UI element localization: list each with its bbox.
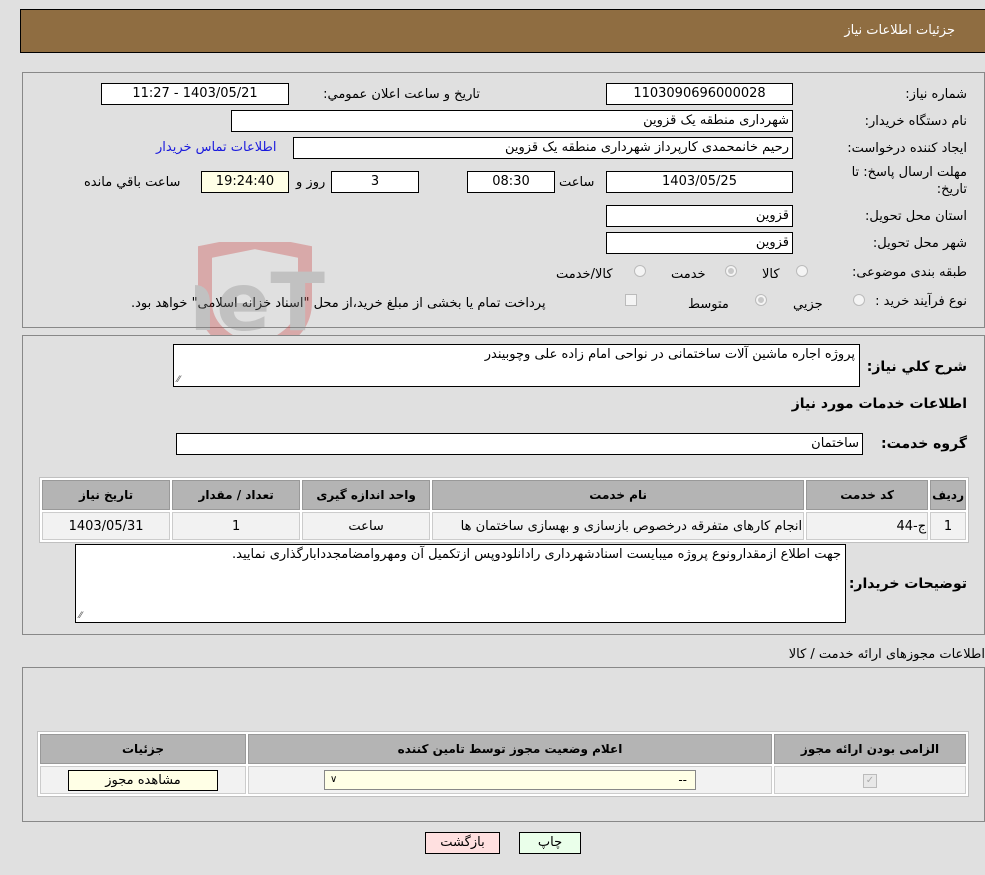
creator-label: ایجاد کننده درخواست: [847, 141, 967, 156]
summary-text: پروژه اجاره ماشین آلات ساختمانی در نواحی… [484, 347, 855, 362]
col-row-number: رديف [930, 480, 966, 510]
permits-table-header: الزامی بودن ارائه مجوز اعلام وضعیت مجوز … [40, 734, 966, 764]
process-minor-label: جزيي [793, 297, 823, 312]
days-remaining-field: 3 [331, 171, 419, 193]
deadline-time-field: 08:30 [467, 171, 555, 193]
col-service-code: کد خدمت [806, 480, 929, 510]
col-permit-status: اعلام وضعیت مجوز توسط تامین کننده [248, 734, 772, 764]
category-radio-goods[interactable] [796, 265, 808, 277]
permit-status-select[interactable]: -- ∨ [324, 770, 696, 790]
buyer-contact-link[interactable]: اطلاعات تماس خریدار [156, 140, 276, 155]
col-permit-required: الزامی بودن ارائه مجوز [774, 734, 966, 764]
deadline-label-line1: مهلت ارسال پاسخ: تا [851, 165, 967, 180]
services-table: رديف کد خدمت نام خدمت واحد اندازه گیری ت… [39, 477, 969, 543]
page-header: جزئیات اطلاعات نیاز [20, 9, 985, 53]
need-number-label: شماره نیاز: [905, 87, 967, 102]
city-label: شهر محل تحویل: [872, 236, 967, 251]
col-permit-details: جزئیات [40, 734, 246, 764]
deadline-date-field: 1403/05/25 [606, 171, 793, 193]
services-table-header: رديف کد خدمت نام خدمت واحد اندازه گیری ت… [42, 480, 966, 510]
category-label: طبقه بندی موضوعی: [851, 265, 967, 280]
cell-row-number: 1 [930, 512, 966, 540]
announce-field: 1403/05/21 - 11:27 [101, 83, 289, 105]
buyer-notes-text: جهت اطلاع ازمقدارونوع پروژه میبایست اسنا… [231, 547, 841, 562]
col-service-name: نام خدمت [432, 480, 805, 510]
cell-quantity: 1 [172, 512, 301, 540]
category-radio-goods-service[interactable] [634, 265, 646, 277]
buyer-notes-label: توضیحات خریدار: [848, 576, 967, 592]
category-radio-service[interactable] [725, 265, 737, 277]
resize-handle-icon[interactable]: ⁄⁄ [177, 375, 180, 385]
buyer-org-label: نام دستگاه خریدار: [864, 114, 967, 129]
need-number-field: 1103090696000028 [606, 83, 793, 105]
resize-handle-icon[interactable]: ⁄⁄ [79, 611, 82, 621]
page-title: جزئیات اطلاعات نیاز [844, 23, 955, 38]
payment-note: پرداخت تمام یا بخشی از مبلغ خرید،از محل … [131, 296, 546, 311]
days-label: روز و [296, 175, 326, 190]
cell-service-code: ج-44 [806, 512, 929, 540]
buyer-org-field: شهرداری منطقه یک قزوین [231, 110, 793, 132]
table-row: 1 ج-44 انجام کارهای متفرقه درخصوص بازساز… [42, 512, 966, 540]
cell-unit: ساعت [302, 512, 431, 540]
permit-status-value: -- [678, 773, 687, 787]
process-radio-medium[interactable] [755, 294, 767, 306]
table-row: ✓ -- ∨ مشاهده مجوز [40, 766, 966, 794]
permits-table: الزامی بودن ارائه مجوز اعلام وضعیت مجوز … [37, 731, 969, 797]
process-medium-label: متوسط [688, 297, 729, 312]
announce-label: تاریخ و ساعت اعلان عمومي: [323, 87, 480, 102]
province-label: استان محل تحویل: [865, 209, 967, 224]
cell-service-name: انجام کارهای متفرقه درخصوص بازسازی و بهس… [432, 512, 805, 540]
col-unit: واحد اندازه گیری [302, 480, 431, 510]
deadline-time-label: ساعت [559, 175, 595, 190]
remaining-time-field: 19:24:40 [201, 171, 289, 193]
cell-permit-status: -- ∨ [248, 766, 772, 794]
process-radio-minor[interactable] [853, 294, 865, 306]
deadline-label: مهلت ارسال پاسخ: تا تاریخ: [852, 164, 967, 198]
treasury-payment-checkbox[interactable] [625, 294, 637, 306]
services-section-title: اطلاعات خدمات مورد نياز [791, 396, 967, 412]
service-group-field: ساختمان [176, 433, 863, 455]
category-goods-label: کالا [762, 267, 780, 282]
print-button[interactable]: چاپ [519, 832, 581, 854]
deadline-label-line2: تاریخ: [936, 182, 967, 197]
province-field: قزوین [606, 205, 793, 227]
process-label: نوع فرآیند خرید : [875, 294, 967, 309]
view-permit-button[interactable]: مشاهده مجوز [68, 769, 218, 791]
chevron-down-icon: ∨ [330, 774, 338, 785]
col-quantity: تعداد / مقدار [172, 480, 301, 510]
summary-textarea[interactable]: پروژه اجاره ماشین آلات ساختمانی در نواحی… [173, 344, 860, 387]
cell-permit-details: مشاهده مجوز [40, 766, 246, 794]
cell-need-date: 1403/05/31 [42, 512, 171, 540]
col-need-date: تاریخ نیاز [42, 480, 171, 510]
creator-field: رحیم خانمحمدی کارپرداز شهرداری منطقه یک … [293, 137, 793, 159]
category-service-label: خدمت [671, 267, 706, 282]
summary-label: شرح کلي نياز: [866, 359, 967, 375]
permit-required-checkbox: ✓ [863, 774, 877, 788]
buyer-notes-textarea[interactable]: جهت اطلاع ازمقدارونوع پروژه میبایست اسنا… [75, 544, 846, 623]
permits-title: اطلاعات مجوزهای ارائه خدمت / کالا [788, 647, 985, 662]
cell-permit-required: ✓ [774, 766, 966, 794]
back-button[interactable]: بازگشت [425, 832, 500, 854]
category-goods-service-label: کالا/خدمت [556, 267, 613, 282]
city-field: قزوین [606, 232, 793, 254]
remaining-time-label: ساعت باقي مانده [84, 175, 181, 190]
service-group-label: گروه خدمت: [881, 436, 967, 452]
